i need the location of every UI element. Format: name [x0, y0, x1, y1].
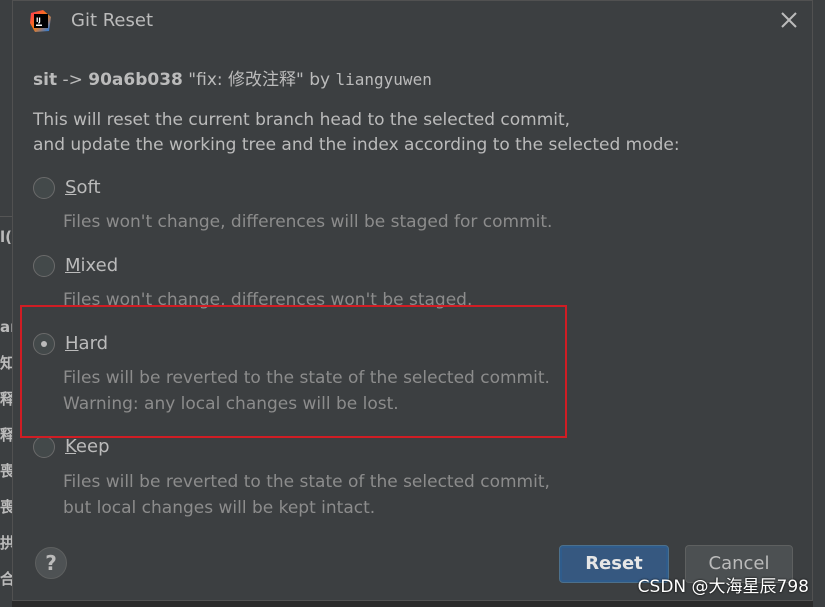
background-glyph: 知 [0, 354, 12, 372]
radio-soft[interactable] [33, 177, 55, 199]
option-hint-hard: Files will be reverted to the state of t… [63, 365, 550, 417]
radio-mixed[interactable] [33, 255, 55, 277]
hint-line: Files will be reverted to the state of t… [63, 368, 550, 388]
background-glyph: 合 [0, 570, 12, 588]
option-label-hard[interactable]: Hard [65, 333, 108, 354]
background-divider [0, 216, 12, 217]
description-line: This will reset the current branch head … [33, 110, 571, 130]
background-editor-left: l( an 知 释 释 喪 喪 拱 合 [0, 0, 12, 607]
commit-message: "fix: 修改注释" by [182, 70, 336, 90]
background-glyph: 释 [0, 426, 12, 444]
option-hint-keep: Files will be reverted to the state of t… [63, 469, 550, 521]
commit-hash: 90a6b038 [88, 70, 183, 90]
dialog-titlebar: IJ Git Reset [13, 1, 812, 41]
commit-arrow: -> [57, 70, 89, 90]
background-glyph: 喪 [0, 462, 12, 480]
description-line: and update the working tree and the inde… [33, 135, 680, 155]
background-editor-right [813, 0, 825, 607]
csdn-watermark: CSDN @大海星辰798 [637, 577, 809, 597]
option-label-mixed[interactable]: Mixed [65, 255, 118, 276]
option-hint-mixed: Files won't change, differences won't be… [63, 290, 473, 310]
hint-warning: Warning: any local changes will be lost. [63, 394, 399, 414]
background-glyph: an [0, 318, 12, 336]
option-label-keep[interactable]: Keep [65, 436, 110, 457]
option-label-soft[interactable]: Soft [65, 177, 101, 198]
background-glyph: l( [0, 228, 12, 246]
background-glyph: 拱 [0, 534, 12, 552]
dialog-title: Git Reset [71, 10, 154, 31]
help-button[interactable]: ? [35, 547, 67, 579]
intellij-app-icon: IJ [30, 10, 51, 32]
background-glyph: 释 [0, 390, 12, 408]
radio-hard[interactable] [33, 333, 55, 355]
option-hint-soft: Files won't change, differences will be … [63, 212, 553, 232]
commit-info: sit -> 90a6b038 "fix: 修改注释" by liangyuwe… [33, 65, 432, 90]
radio-keep[interactable] [33, 436, 55, 458]
reset-description: This will reset the current branch head … [33, 108, 680, 158]
commit-author: liangyuwen [335, 70, 432, 89]
hint-line: but local changes will be kept intact. [63, 498, 376, 518]
close-icon[interactable] [778, 9, 800, 31]
git-reset-dialog: IJ Git Reset sit -> 90a6b038 "fix: 修改注释"… [12, 0, 813, 601]
background-glyph: 喪 [0, 498, 12, 516]
branch-name: sit [33, 70, 58, 90]
hint-line: Files will be reverted to the state of t… [63, 472, 550, 492]
svg-text:IJ: IJ [36, 16, 41, 24]
